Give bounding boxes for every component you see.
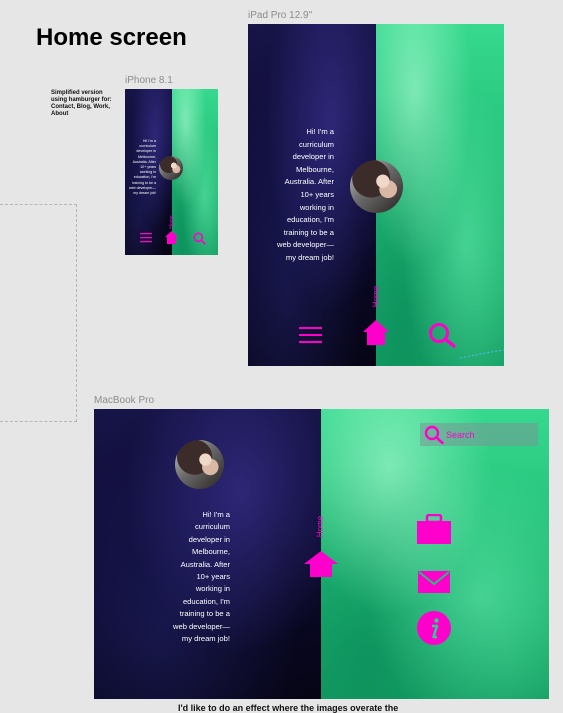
- home-label: Home: [315, 515, 325, 538]
- ipad-frame-label: iPad Pro 12.9": [248, 10, 313, 21]
- home-label: Home: [371, 285, 381, 308]
- avatar: [350, 160, 403, 213]
- search-input[interactable]: [446, 427, 534, 442]
- page-title: Home screen: [36, 24, 187, 51]
- prototype-connector: [0, 204, 77, 422]
- ipad-screen: Hi! I'm a curriculum developer in Melbou…: [248, 24, 504, 366]
- iphone-note: Simplified version using hamburger for: …: [51, 90, 112, 117]
- home-icon[interactable]: [165, 231, 178, 244]
- intro-text: Hi! I'm a curriculum developer in Melbou…: [277, 127, 334, 262]
- annotation-caption: I'd like to do an effect where the image…: [178, 703, 399, 713]
- avatar: [175, 440, 224, 489]
- hamburger-icon[interactable]: [299, 326, 322, 344]
- briefcase-icon[interactable]: [417, 514, 451, 544]
- hamburger-icon[interactable]: [140, 232, 152, 243]
- home-icon[interactable]: [363, 320, 389, 345]
- mail-icon[interactable]: [418, 571, 450, 593]
- intro-text: Hi! I'm a curriculum developer in Melbou…: [129, 139, 156, 196]
- macbook-frame-label: MacBook Pro: [94, 395, 155, 406]
- search-icon[interactable]: [424, 425, 444, 444]
- green-panel: [321, 409, 549, 699]
- iphone-screen: Hi! I'm a curriculum developer in Melbou…: [125, 89, 218, 255]
- iphone-frame-label: iPhone 8.1: [125, 75, 173, 86]
- wave-decoration: [460, 349, 504, 359]
- macbook-screen: Hi! I'm a curriculum developer in Melbou…: [94, 409, 549, 699]
- search-icon[interactable]: [193, 232, 206, 245]
- info-icon[interactable]: [417, 611, 451, 645]
- intro-text: Hi! I'm a curriculum developer in Melbou…: [173, 510, 230, 644]
- home-icon[interactable]: [304, 551, 338, 577]
- avatar: [159, 156, 183, 180]
- home-label: Home: [169, 215, 175, 229]
- search-icon[interactable]: [428, 322, 456, 348]
